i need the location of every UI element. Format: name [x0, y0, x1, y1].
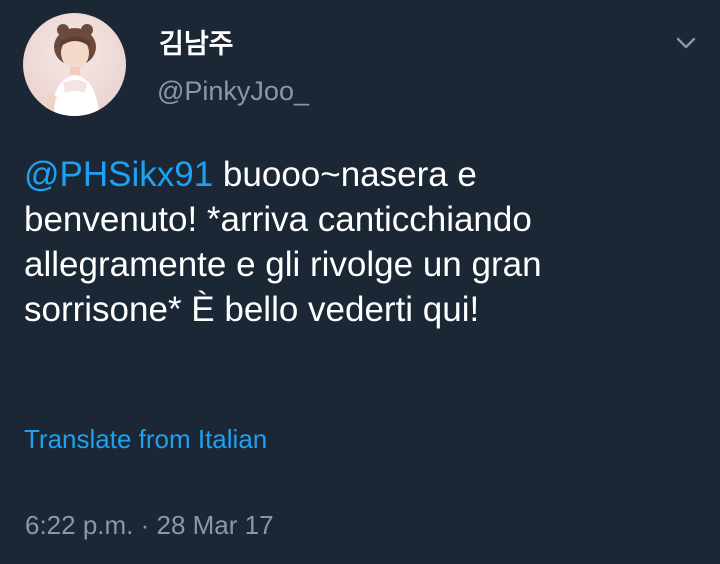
avatar-photo [23, 13, 126, 116]
mention-link[interactable]: @PHSikx91 [24, 155, 213, 194]
translate-link[interactable]: Translate from Italian [24, 422, 267, 456]
tweet-text-line: allegramente e gli rivolge un gran [24, 245, 542, 284]
chevron-down-icon[interactable] [673, 34, 699, 52]
tweet-detail: 김남주 @PinkyJoo_ @PHSikx91 buooo~nasera e b… [0, 0, 720, 564]
tweet-text: @PHSikx91 buooo~nasera e benvenuto! *arri… [24, 152, 694, 332]
tweet-text-line: sorrisone* È bello vederti qui! [24, 290, 480, 329]
display-name[interactable]: 김남주 [159, 27, 234, 61]
tweet-text-line: buooo~nasera e [213, 155, 477, 194]
tweet-text-line: benvenuto! *arriva canticchiando [24, 200, 532, 239]
tweet-timestamp: 6:22 p.m. · 28 Mar 17 [25, 510, 274, 540]
user-handle[interactable]: @PinkyJoo_ [157, 74, 309, 108]
avatar[interactable] [23, 13, 126, 116]
